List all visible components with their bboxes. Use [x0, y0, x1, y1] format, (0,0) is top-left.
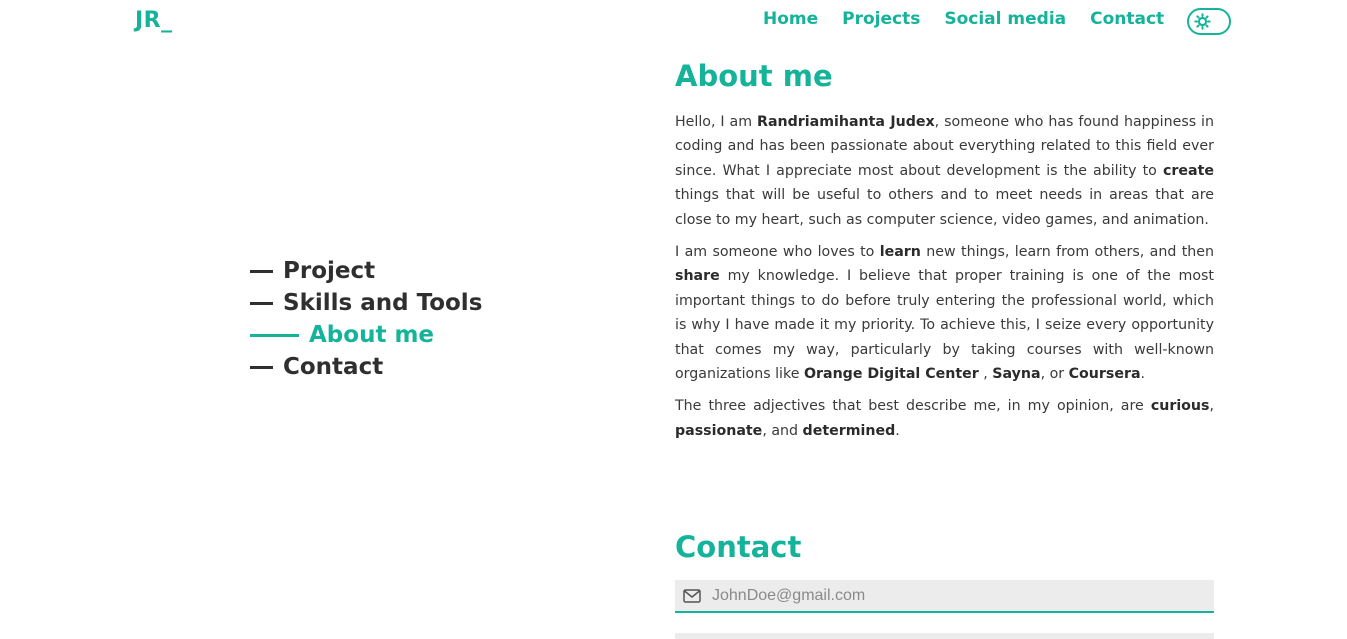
- top-nav: Home Projects Social media Contact: [763, 9, 1188, 29]
- section-nav-label: Skills and Tools: [283, 290, 483, 316]
- section-nav: Project Skills and Tools About me Contac…: [250, 255, 482, 383]
- contact-heading: Contact: [675, 530, 802, 564]
- dash-marker: [250, 333, 299, 337]
- envelope-icon: [683, 588, 701, 603]
- section-nav-project[interactable]: Project: [250, 255, 482, 287]
- dash-marker: [250, 365, 273, 369]
- nav-social-media[interactable]: Social media: [944, 9, 1066, 29]
- section-nav-label: Contact: [283, 354, 384, 380]
- message-field[interactable]: [675, 633, 1214, 639]
- section-nav-label: Project: [283, 258, 376, 284]
- email-input[interactable]: [712, 586, 1214, 605]
- dash-marker: [250, 301, 273, 305]
- nav-projects[interactable]: Projects: [842, 9, 920, 29]
- nav-contact[interactable]: Contact: [1090, 9, 1164, 29]
- theme-toggle[interactable]: [1187, 8, 1231, 35]
- sun-icon: [1194, 13, 1211, 30]
- email-field[interactable]: [675, 580, 1214, 613]
- section-nav-about-me[interactable]: About me: [250, 319, 482, 351]
- about-paragraph-1: Hello, I am Randriamihanta Judex, someon…: [675, 114, 1214, 228]
- dash-marker: [250, 269, 273, 273]
- about-paragraph-2: I am someone who loves to learn new thin…: [675, 244, 1214, 383]
- site-logo[interactable]: JR_: [135, 8, 173, 33]
- about-heading: About me: [675, 59, 833, 93]
- section-nav-label: About me: [309, 322, 435, 348]
- about-paragraph-3: The three adjectives that best describe …: [675, 398, 1214, 439]
- page: JR_ Home Projects Social media Contact P…: [0, 0, 1347, 639]
- about-text: Hello, I am Randriamihanta Judex, someon…: [675, 110, 1214, 451]
- nav-home[interactable]: Home: [763, 9, 818, 29]
- section-nav-skills-and-tools[interactable]: Skills and Tools: [250, 287, 482, 319]
- section-nav-contact[interactable]: Contact: [250, 351, 482, 383]
